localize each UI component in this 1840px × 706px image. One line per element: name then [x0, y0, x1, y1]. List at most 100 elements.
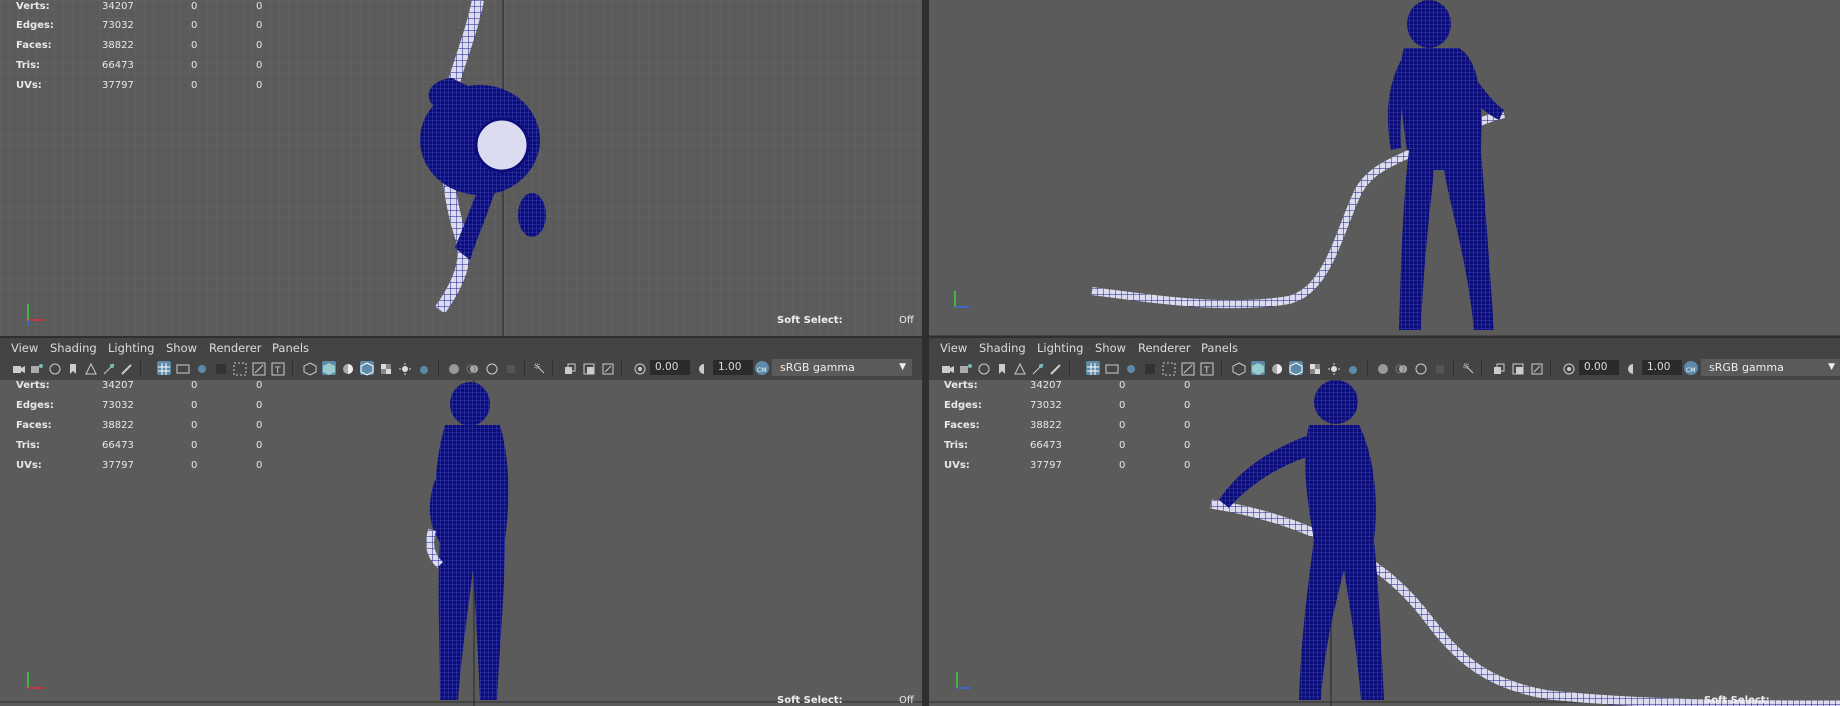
menu-show[interactable]: Show [1095, 341, 1126, 355]
menu-show[interactable]: Show [166, 341, 197, 355]
wireframe-icon[interactable] [303, 361, 317, 376]
isolate-select-icon[interactable] [1462, 361, 1476, 375]
camera-icon[interactable] [941, 361, 955, 375]
menu-renderer[interactable]: Renderer [1138, 341, 1191, 355]
field-chart-icon[interactable] [1162, 361, 1176, 376]
image-plane-icon[interactable] [1013, 361, 1027, 375]
viewport-pane-side[interactable]: Verts: 34207 0 0 Edges: 73032 0 0 Faces: 38822 0… [0, 380, 922, 706]
ssao-icon[interactable] [1376, 361, 1390, 375]
viewport-pane-persp[interactable]: Verts: 34207 0 0 Edges: 73032 0 0 Faces: 38822 0… [929, 380, 1840, 706]
antialias-icon[interactable] [485, 361, 499, 375]
colorspace-icon[interactable]: CM [755, 361, 769, 375]
toolbar-separator [1481, 361, 1482, 375]
menu-shading[interactable]: Shading [979, 341, 1026, 355]
dof-icon[interactable] [1433, 361, 1447, 375]
exposure-field[interactable]: 0.00 [1579, 360, 1619, 375]
2d-pan-icon[interactable] [1031, 361, 1045, 375]
toolbar-separator [1550, 361, 1551, 375]
menu-view[interactable]: View [11, 341, 38, 355]
menu-view[interactable]: View [940, 341, 967, 355]
wireframe-icon[interactable] [1232, 361, 1246, 376]
safe-action-icon[interactable] [1181, 361, 1195, 376]
viewport-pane-front[interactable] [929, 0, 1840, 336]
menu-lighting[interactable]: Lighting [108, 341, 154, 355]
pane-divider-vertical[interactable] [922, 0, 929, 706]
menu-shading[interactable]: Shading [50, 341, 97, 355]
menu-panels[interactable]: Panels [272, 341, 309, 355]
grease-pencil-icon[interactable] [120, 361, 134, 375]
xray-joints-icon[interactable] [1492, 361, 1506, 375]
image-plane-icon[interactable] [84, 361, 98, 375]
colorspace-dropdown[interactable]: sRGB gamma ▼ [1701, 359, 1840, 376]
grease-pencil-icon[interactable] [1049, 361, 1063, 375]
gamma-icon[interactable] [1626, 361, 1640, 375]
safe-action-icon[interactable] [252, 361, 266, 376]
shadows-icon[interactable] [1346, 361, 1360, 375]
menu-lighting[interactable]: Lighting [1037, 341, 1083, 355]
2d-pan-icon[interactable] [102, 361, 116, 375]
colorspace-icon[interactable]: CM [1684, 361, 1698, 375]
wireframe-on-shaded-icon[interactable] [1289, 361, 1303, 376]
toolbar-separator [292, 361, 293, 375]
smooth-shade-icon[interactable] [1251, 361, 1265, 375]
viewport-persp[interactable]: Verts: 34207 0 0 Edges: 73032 0 0 Faces: 38822 0… [929, 380, 1840, 706]
exposure-icon[interactable] [1562, 361, 1576, 375]
resolution-gate-icon[interactable] [1124, 361, 1138, 375]
default-material-icon[interactable] [1270, 361, 1284, 375]
lights-icon[interactable] [398, 361, 412, 375]
motion-blur-icon[interactable] [1395, 361, 1409, 375]
backface-icon[interactable] [1530, 361, 1544, 375]
xray-icon[interactable] [379, 361, 393, 375]
viewport-menubar: View Shading Lighting Show Renderer Pane… [0, 338, 922, 358]
menu-panels[interactable]: Panels [1201, 341, 1238, 355]
gate-mask-icon[interactable] [1143, 361, 1157, 375]
xray-icon[interactable] [1308, 361, 1322, 375]
xray-active-icon[interactable] [1511, 361, 1525, 375]
motion-blur-icon[interactable] [466, 361, 480, 375]
camera-attr-icon[interactable] [959, 361, 973, 375]
viewport-side[interactable]: Verts: 34207 0 0 Edges: 73032 0 0 Faces: 38822 0… [0, 380, 922, 706]
camera-icon[interactable] [12, 361, 26, 375]
toolbar-separator [552, 361, 553, 375]
dof-icon[interactable] [504, 361, 518, 375]
film-gate-icon[interactable] [176, 361, 190, 375]
default-material-icon[interactable] [341, 361, 355, 375]
front-view-scene [929, 0, 1840, 336]
menu-renderer[interactable]: Renderer [209, 341, 262, 355]
xray-active-icon[interactable] [582, 361, 596, 375]
pane-divider-horizontal[interactable] [0, 336, 1840, 338]
lights-icon[interactable] [1327, 361, 1341, 375]
resolution-gate-icon[interactable] [195, 361, 209, 375]
viewport-top[interactable]: Verts: 34207 0 0 Edges: 73032 0 0 Faces: 38822 0… [0, 0, 922, 336]
grid-icon[interactable] [157, 361, 171, 375]
exposure-field[interactable]: 0.00 [650, 360, 690, 375]
gate-mask-icon[interactable] [214, 361, 228, 375]
viewport-pane-top[interactable]: Verts: 34207 0 0 Edges: 73032 0 0 Faces: 38822 0… [0, 0, 922, 336]
film-icon[interactable] [977, 361, 991, 375]
toolbar-separator [1367, 361, 1368, 375]
smooth-shade-icon[interactable] [322, 361, 336, 375]
colorspace-dropdown[interactable]: sRGB gamma ▼ [772, 359, 912, 376]
film-icon[interactable] [48, 361, 62, 375]
camera-attr-icon[interactable] [30, 361, 44, 375]
exposure-icon[interactable] [633, 361, 647, 375]
antialias-icon[interactable] [1414, 361, 1428, 375]
shadows-icon[interactable] [417, 361, 431, 375]
grid-icon[interactable] [1086, 361, 1100, 375]
safe-title-icon[interactable]: T [1200, 361, 1214, 376]
viewport-front[interactable] [929, 0, 1840, 336]
wireframe-on-shaded-icon[interactable] [360, 361, 374, 376]
backface-icon[interactable] [601, 361, 615, 375]
viewport-toolbar: T 0.00 1.00 CM sRGB gamma ▼ [929, 358, 1840, 378]
xray-joints-icon[interactable] [563, 361, 577, 375]
bookmark-icon[interactable] [995, 361, 1009, 375]
film-gate-icon[interactable] [1105, 361, 1119, 375]
bookmark-icon[interactable] [66, 361, 80, 375]
gamma-field[interactable]: 1.00 [713, 360, 753, 375]
gamma-icon[interactable] [697, 361, 711, 375]
ssao-icon[interactable] [447, 361, 461, 375]
safe-title-icon[interactable]: T [271, 361, 285, 376]
field-chart-icon[interactable] [233, 361, 247, 376]
isolate-select-icon[interactable] [533, 361, 547, 375]
gamma-field[interactable]: 1.00 [1642, 360, 1682, 375]
